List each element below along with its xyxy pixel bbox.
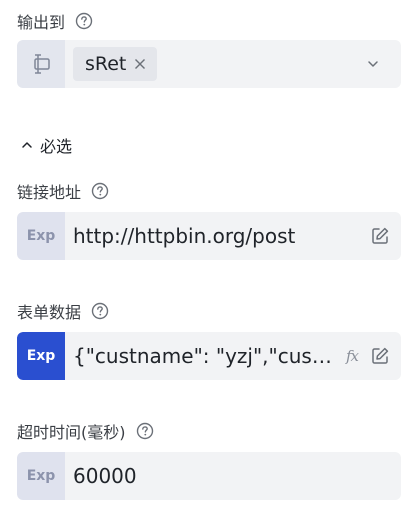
section-label: 必选 [40,137,73,156]
required-section-toggle[interactable]: 必选 [20,133,72,157]
form-data-input[interactable]: Exp {"custname": "yzj","custtel": ""} fx [17,332,401,380]
form-data-label-row: 表单数据 [17,299,109,323]
timeout-value[interactable]: 60000 [65,464,401,488]
form-data-value[interactable]: {"custname": "yzj","custtel": ""} [65,344,334,368]
exp-badge[interactable]: Exp [17,452,65,500]
chevron-down-icon[interactable] [365,56,381,72]
form-data-label: 表单数据 [17,303,82,322]
timeout-input[interactable]: Exp 60000 [17,452,401,500]
url-value[interactable]: http://httpbin.org/post [65,224,362,248]
close-icon[interactable] [133,57,147,71]
variable-type-icon [17,40,65,88]
url-actions [362,226,401,246]
timeout-label: 超时时间(毫秒) [17,423,126,442]
output-label: 输出到 [17,13,66,32]
chevron-up-icon [20,138,34,152]
fx-icon[interactable]: fx [342,346,362,366]
edit-icon[interactable] [370,226,390,246]
url-label-row: 链接地址 [17,179,109,203]
selected-tag-label: sRet [85,53,127,75]
exp-badge-active[interactable]: Exp [17,332,65,380]
form-data-actions: fx [334,346,401,366]
url-input[interactable]: Exp http://httpbin.org/post [17,212,401,260]
output-select[interactable]: sRet [17,40,401,88]
question-circle-icon[interactable] [91,302,109,320]
question-circle-icon[interactable] [75,12,93,30]
question-circle-icon[interactable] [136,422,154,440]
property-panel: 输出到 sRet 必选 链接地址 Exp http://httpbin.org/… [0,0,416,515]
question-circle-icon[interactable] [91,182,109,200]
edit-icon[interactable] [370,346,390,366]
output-label-row: 输出到 [17,9,93,33]
exp-badge[interactable]: Exp [17,212,65,260]
timeout-label-row: 超时时间(毫秒) [17,419,154,443]
url-label: 链接地址 [17,183,82,202]
selected-tag: sRet [73,47,158,81]
